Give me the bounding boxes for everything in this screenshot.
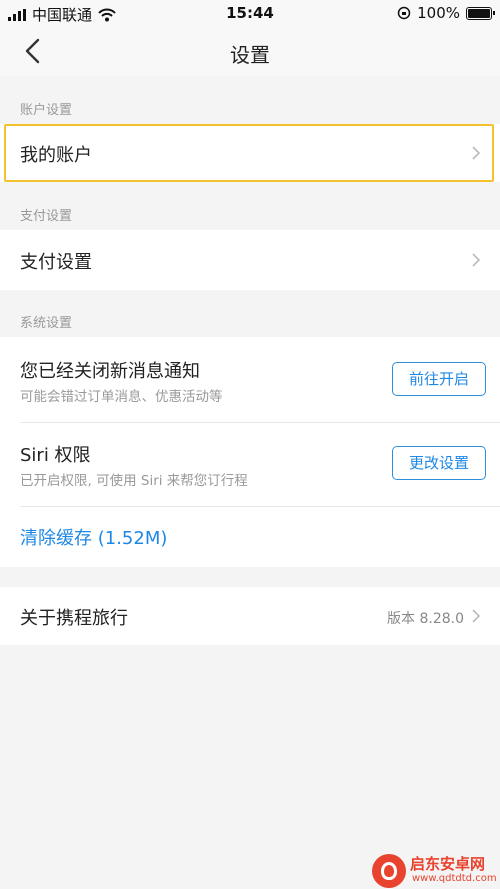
rotation-lock-icon (397, 6, 411, 20)
selection-highlight (4, 124, 494, 182)
about-label: 关于携程旅行 (20, 608, 128, 629)
siri-title: Siri 权限 (20, 445, 91, 466)
watermark-url: www.qdtdtd.com (412, 873, 497, 884)
section-label-account: 账户设置 (20, 103, 73, 118)
section-label-system: 系统设置 (20, 316, 73, 331)
watermark-name: 启东安卓网 (410, 855, 486, 873)
notification-title: 您已经关闭新消息通知 (20, 361, 200, 382)
version-label: 版本 8.28.0 (387, 611, 464, 627)
chevron-right-icon (472, 609, 481, 623)
enable-notification-button[interactable]: 前往开启 (392, 362, 486, 396)
battery-icon (466, 6, 495, 20)
payment-settings-row[interactable]: 支付设置 (0, 230, 500, 290)
payment-settings-label: 支付设置 (20, 252, 92, 273)
clear-cache-button[interactable]: 清除缓存 (1.52M) (20, 524, 167, 550)
chevron-right-icon (472, 253, 481, 267)
change-settings-button[interactable]: 更改设置 (392, 446, 486, 480)
page-title: 设置 (230, 43, 270, 67)
divider (20, 506, 500, 507)
watermark: 启东安卓网 www.qdtdtd.com (372, 852, 500, 889)
section-label-payment: 支付设置 (20, 209, 73, 224)
nav-bar: 设置 (0, 26, 500, 76)
battery-label: 100% (417, 4, 460, 22)
status-right: 100% (397, 4, 495, 22)
divider (20, 422, 500, 423)
siri-subtitle: 已开启权限, 可使用 Siri 来帮您订行程 (20, 473, 248, 489)
status-bar: 中国联通 15:44 100% (0, 0, 500, 26)
about-row[interactable]: 关于携程旅行 版本 8.28.0 (0, 587, 500, 645)
system-settings-card: 您已经关闭新消息通知 可能会错过订单消息、优惠活动等 前往开启 Siri 权限 … (0, 337, 500, 567)
notification-subtitle: 可能会错过订单消息、优惠活动等 (20, 389, 223, 405)
watermark-logo-icon (372, 854, 406, 888)
